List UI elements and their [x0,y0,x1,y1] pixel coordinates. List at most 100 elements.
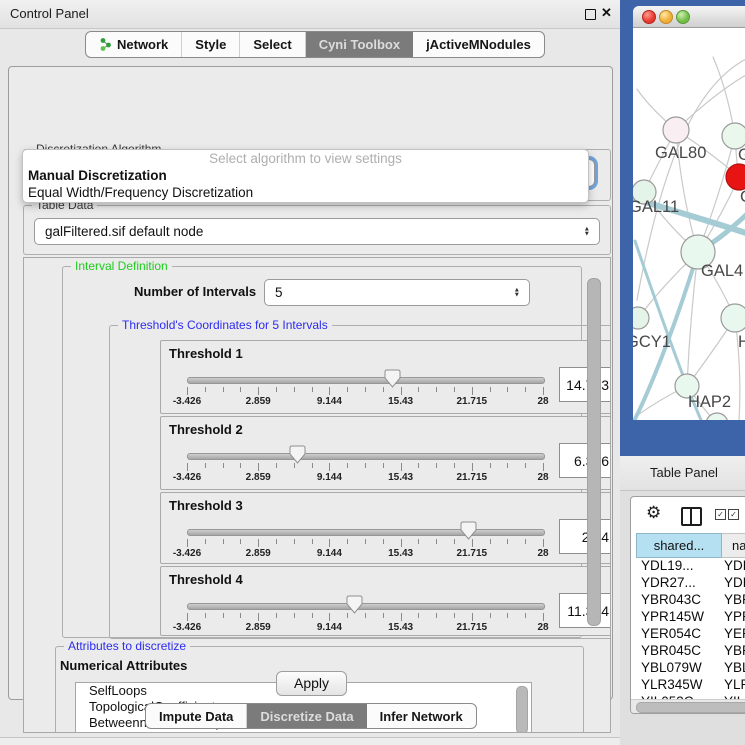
network-node-label: C [740,188,745,206]
slider-tick [436,613,437,618]
tab-style[interactable]: Style [182,32,240,57]
slider-tick [507,463,508,468]
slider-tick [276,613,277,618]
threshold-slider-thumb[interactable] [460,521,477,540]
threshold-slider-track[interactable] [187,453,545,460]
slider-tick [383,463,384,468]
slider-tick-label: 2.859 [228,396,288,407]
number-of-intervals-combobox[interactable]: 5 ▲▼ [264,279,530,306]
table-row[interactable]: YER054CYER0 [631,626,745,643]
slider-tick [223,539,224,544]
slider-tick [418,463,419,468]
horizontal-scrollbar[interactable] [631,699,745,713]
network-node-label: GCY1 [633,333,671,351]
slider-tick-label: 9.144 [299,396,359,407]
gear-icon[interactable]: ⚙ [646,503,661,523]
network-node[interactable] [721,304,745,332]
network-node[interactable] [633,307,649,329]
apply-button[interactable]: Apply [276,671,347,696]
slider-tick [205,613,206,618]
slider-tick [472,463,473,471]
tab-select[interactable]: Select [240,32,305,57]
slider-tick [507,613,508,618]
network-canvas[interactable]: GAL80GACGAL11GAL4GCY1HHAP2 [633,27,745,420]
threshold-slider-thumb[interactable] [346,595,363,614]
tab-jactivemnodules[interactable]: jActiveMNodules [413,32,544,57]
threshold-value-field[interactable]: 11.344 [559,593,611,628]
select-columns-icon[interactable]: ✓ [715,509,726,520]
threshold-3-panel: Threshold 3-3.4262.8599.14415.4321.71528… [160,492,611,564]
table-row[interactable]: YPR145WYPR1 [631,609,745,626]
threshold-coordinates-group: Threshold's Coordinates for 5 Intervals … [109,325,611,639]
dropdown-option-equal-width-frequency-discretization[interactable]: Equal Width/Frequency Discretization [23,184,588,201]
table-panel: ⚙ ✓ ✓ shared... na YDL19...YDL1YDR27...Y… [630,496,745,714]
slider-tick-label: -3.426 [157,548,217,559]
close-traffic-light[interactable] [642,10,656,24]
split-panel-icon[interactable] [681,507,702,526]
slider-tick [258,387,259,395]
tab-infer-network[interactable]: Infer Network [367,704,476,728]
close-icon[interactable]: ✕ [601,5,612,21]
tab-label: jActiveMNodules [426,37,531,52]
tab-network[interactable]: Network [86,32,182,57]
cell-name: YBR0 [717,643,745,660]
cell-shared-name: YBR045C [631,643,717,660]
threshold-2-panel: Threshold 2-3.4262.8599.14415.4321.71528… [160,416,611,490]
table-row[interactable]: YLR345WYLR3 [631,677,745,694]
threshold-slider-track[interactable] [187,529,545,536]
column-header-name[interactable]: na [722,533,745,558]
control-panel-titlebar: Control Panel ✕ [0,0,620,29]
zoom-traffic-light[interactable] [676,10,690,24]
network-node-label: HAP2 [688,393,731,411]
tab-discretize-data[interactable]: Discretize Data [247,704,366,728]
stepper-icon: ▲▼ [514,287,520,298]
slider-tick [240,613,241,618]
threshold-label: Threshold 3 [169,498,243,513]
table-row[interactable]: YDL19...YDL1 [631,558,745,575]
table-row[interactable]: YBR045CYBR0 [631,643,745,660]
threshold-slider-thumb[interactable] [289,445,306,464]
threshold-slider-track[interactable] [187,603,545,610]
network-node[interactable] [663,117,689,143]
cell-shared-name: YDR27... [631,575,717,592]
slider-tick-label: 21.715 [442,396,502,407]
table-data-combobox[interactable]: galFiltered.sif default node ▲▼ [34,218,600,245]
list-scrollbar-thumb[interactable] [516,686,528,733]
select-columns-icon[interactable]: ✓ [728,509,739,520]
threshold-value-field[interactable]: 14.713 [559,367,611,402]
network-node-label: GAL80 [655,144,706,162]
threshold-slider-thumb[interactable] [384,369,401,388]
threshold-slider-track[interactable] [187,377,545,384]
network-graph: GAL80GACGAL11GAL4GCY1HHAP2 [633,27,745,420]
table-row[interactable]: YBR043CYBR0 [631,592,745,609]
slider-tick [383,539,384,544]
table-data-combobox-value: galFiltered.sif default node [45,219,203,245]
cell-name: YDR2 [717,575,745,592]
number-of-intervals-label: Number of Intervals [134,284,256,299]
threshold-value-field[interactable]: 21.4 [559,519,611,554]
slider-tick-label: 2.859 [228,472,288,483]
minimize-traffic-light[interactable] [659,10,673,24]
float-icon[interactable] [585,9,596,20]
tab-cyni-toolbox[interactable]: Cyni Toolbox [306,32,413,57]
slider-tick-label: 9.144 [299,622,359,633]
table-row[interactable]: YDR27...YDR2 [631,575,745,592]
table-row[interactable]: YBL079WYBL0 [631,660,745,677]
slider-tick [347,539,348,544]
slider-tick [436,387,437,392]
threshold-value-field[interactable]: 6.316 [559,443,611,478]
slider-tick-label: -3.426 [157,622,217,633]
horizontal-scrollbar-thumb[interactable] [636,702,745,713]
slider-tick [205,387,206,392]
network-node[interactable] [706,413,728,420]
slider-tick [401,463,402,471]
slider-tick [347,387,348,392]
tab-impute-data[interactable]: Impute Data [146,704,247,728]
cell-shared-name: YPR145W [631,609,717,626]
panel-scrollbar-thumb[interactable] [587,278,601,626]
dropdown-option-manual-discretization[interactable]: Manual Discretization [23,167,588,184]
slider-tick [543,387,544,395]
network-window-frame: GAL80GACGAL11GAL4GCY1HHAP2 [620,0,745,456]
slider-tick-label: 21.715 [442,472,502,483]
column-header-shared-name[interactable]: shared... [636,533,722,558]
